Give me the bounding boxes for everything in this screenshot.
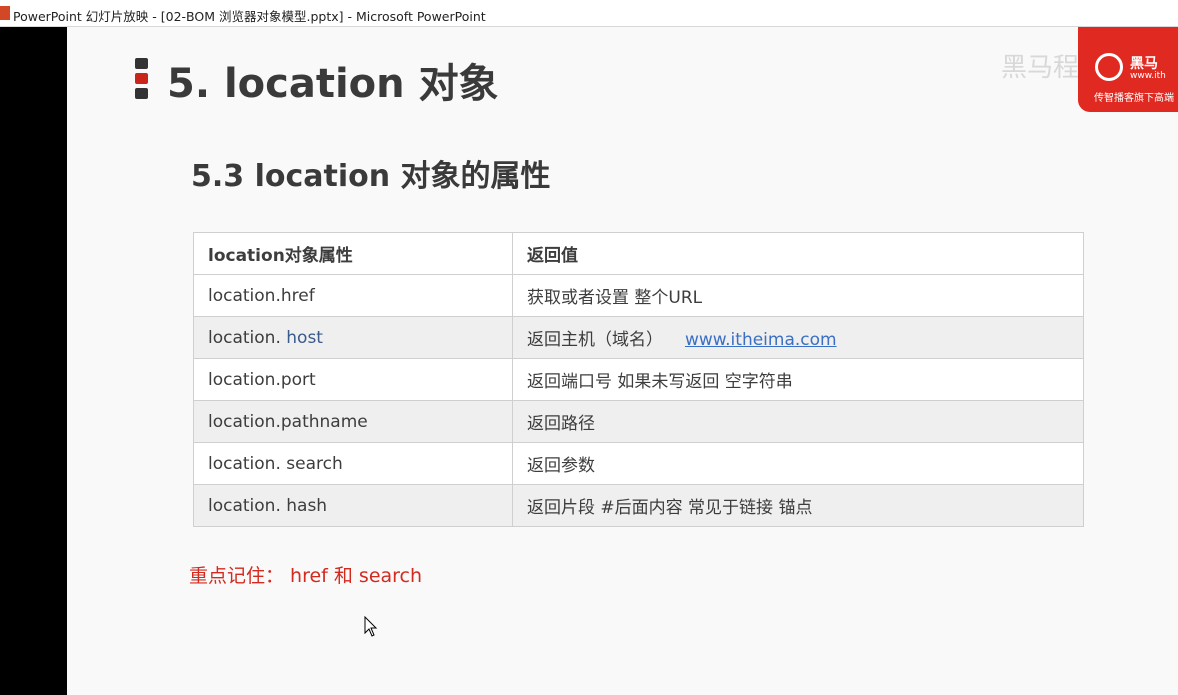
cell-property: location.href [193,274,513,317]
location-properties-table: location对象属性 返回值 location.href 获取或者设置 整个… [193,232,1084,527]
cell-value: 返回片段 #后面内容 常见于链接 锚点 [512,484,1084,527]
header-return-value: 返回值 [512,232,1084,275]
window-titlebar: PowerPoint 幻灯片放映 - [02-BOM 浏览器对象模型.pptx]… [0,0,1178,27]
property-host: host [286,327,323,348]
table-row: location. host 返回主机（域名） www.itheima.com [193,316,1084,359]
property-prefix: location. [208,327,287,348]
cell-property: location. search [193,442,513,485]
cell-property: location.pathname [193,400,513,443]
table-row: location.port 返回端口号 如果未写返回 空字符串 [193,358,1084,401]
cell-value: 返回路径 [512,400,1084,443]
mouse-cursor-icon [364,616,378,637]
table-header-row: location对象属性 返回值 [193,232,1084,275]
itheima-link[interactable]: www.itheima.com [685,330,837,350]
cell-value: 返回主机（域名） www.itheima.com [512,316,1084,359]
table-row: location. search 返回参数 [193,442,1084,485]
powerpoint-icon [0,6,10,20]
cell-value: 返回参数 [512,442,1084,485]
table-row: location.href 获取或者设置 整个URL [193,274,1084,317]
logo-circle-icon [1095,53,1123,81]
cell-value: 获取或者设置 整个URL [512,274,1084,317]
slide-title: 5. location 对象 [167,61,499,107]
key-point-note: 重点记住： href 和 search [189,565,423,587]
cell-property: location.port [193,358,513,401]
header-property: location对象属性 [193,232,513,275]
cell-property: location. hash [193,484,513,527]
brand-logo: 黑马 www.ith 传智播客旗下高端 [1078,27,1178,112]
logo-url: www.ith [1130,71,1166,81]
logo-slogan: 传智播客旗下高端 [1094,93,1174,104]
table-row: location.pathname 返回路径 [193,400,1084,443]
slide-canvas[interactable]: 5. location 对象 黑马程序员 黑马 www.ith 传智播客旗下高端… [67,27,1178,695]
cell-property: location. host [193,316,513,359]
table-row: location. hash 返回片段 #后面内容 常见于链接 锚点 [193,484,1084,527]
title-marker-icon [135,58,148,103]
slide-subtitle: 5.3 location 对象的属性 [191,159,551,194]
window-title: PowerPoint 幻灯片放映 - [02-BOM 浏览器对象模型.pptx]… [13,9,486,24]
logo-brand-text: 黑马 [1130,56,1158,72]
value-text: 返回主机（域名） [527,330,663,350]
cell-value: 返回端口号 如果未写返回 空字符串 [512,358,1084,401]
